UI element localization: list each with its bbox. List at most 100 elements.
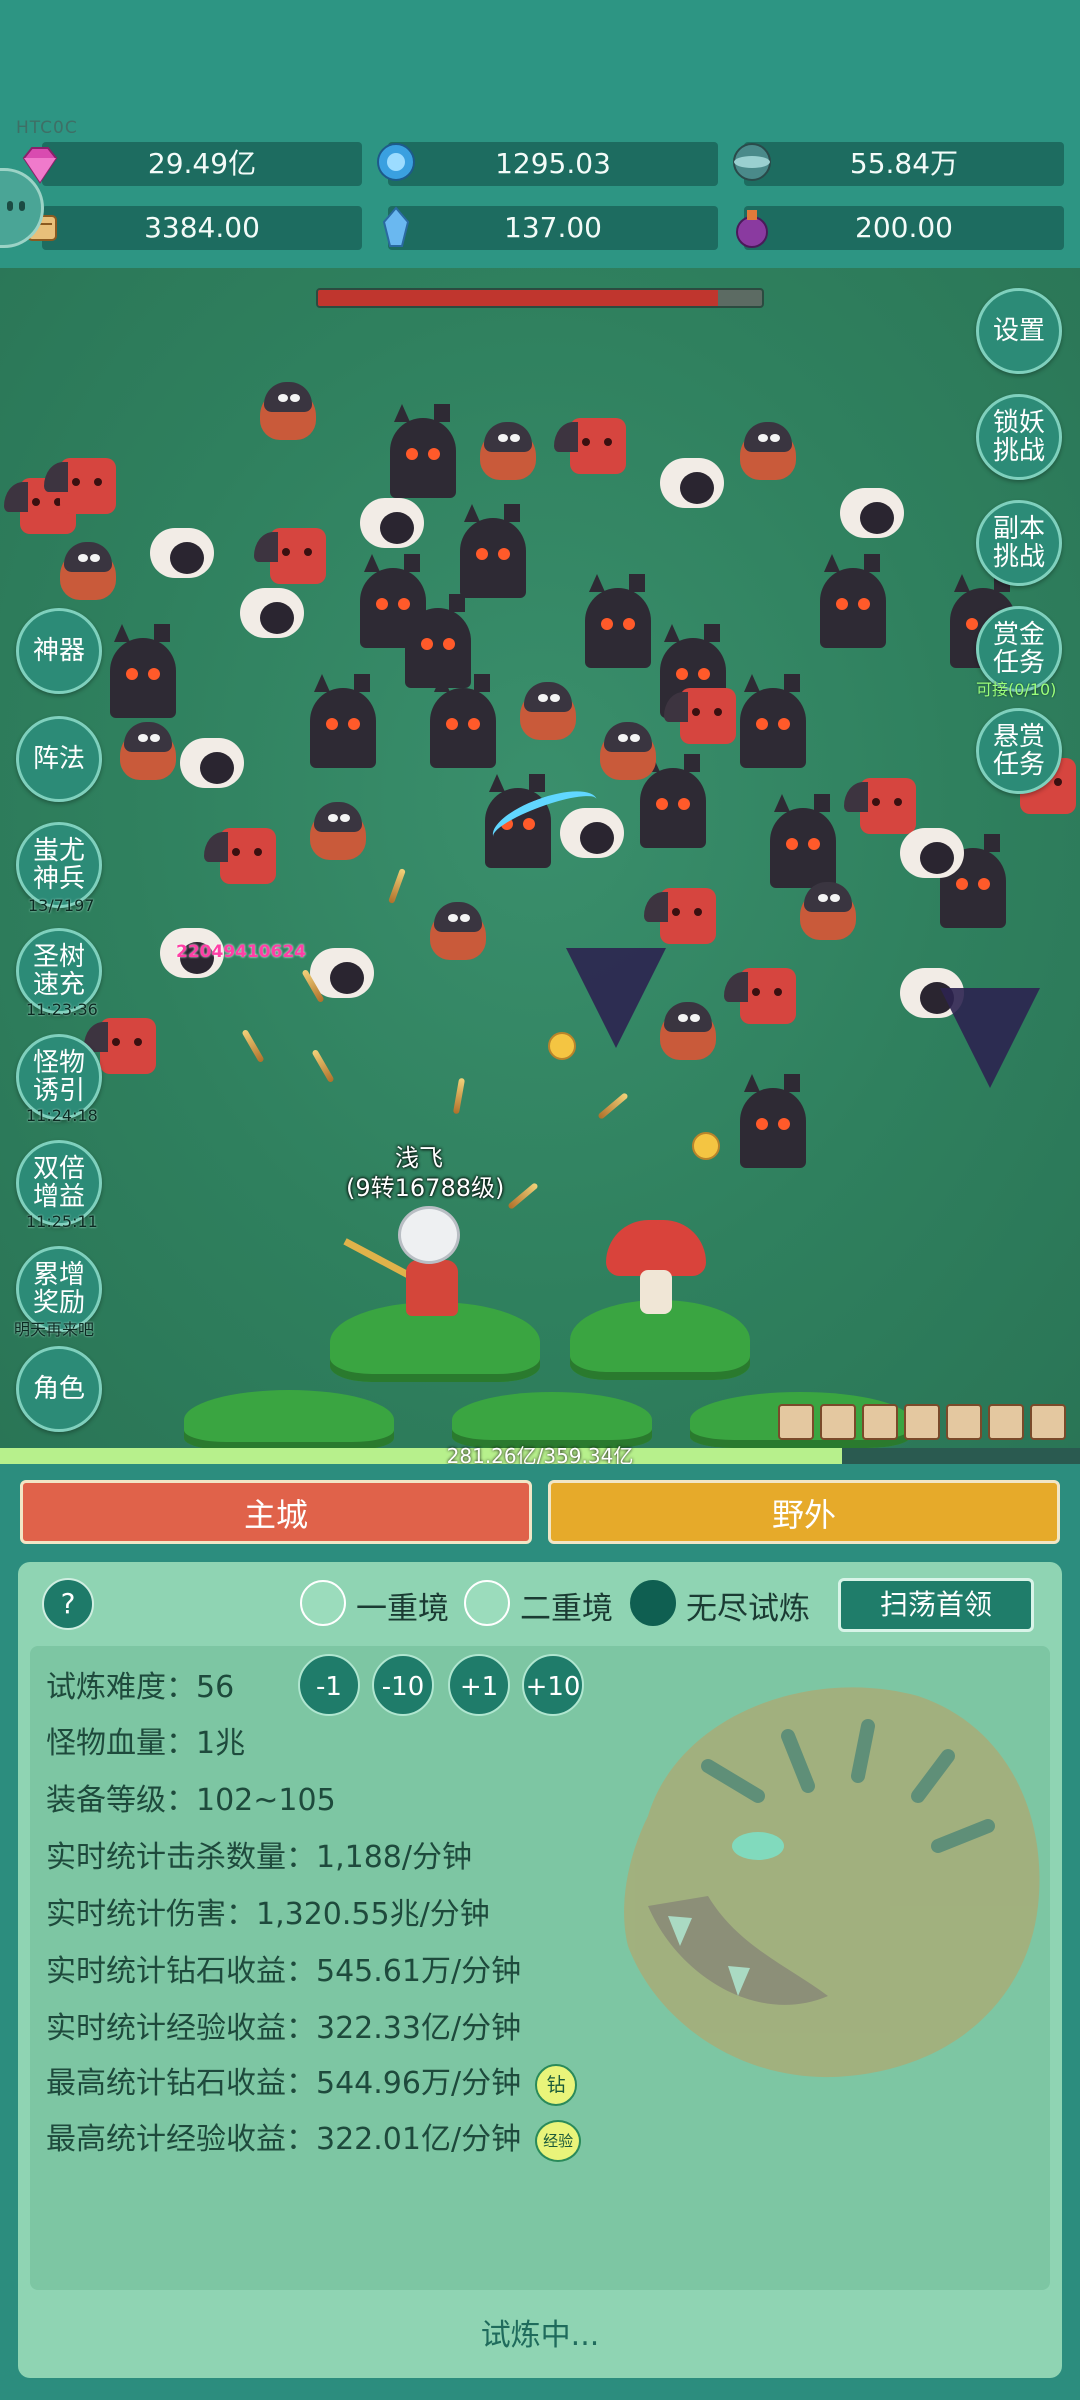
player-head (398, 1206, 460, 1264)
tab-wild[interactable]: 野外 (548, 1480, 1060, 1544)
sheep-monster (150, 528, 214, 578)
sweep-boss-button[interactable]: 扫荡首领 (838, 1578, 1034, 1632)
blob-monster (740, 422, 796, 480)
red-box-monster (554, 418, 626, 474)
blob-monster (430, 902, 486, 960)
ghost-monster (310, 674, 376, 768)
tornado-effect (566, 948, 666, 1048)
flying-sword (241, 1028, 265, 1064)
diamond-counter: 29.49亿 (42, 142, 362, 186)
max-exp-stat: 最高统计经验收益：322.01亿/分钟 经验 (46, 2114, 582, 2162)
ghost-monster (740, 674, 806, 768)
red-box-monster (724, 968, 796, 1024)
red-box-monster (664, 688, 736, 744)
settings-button[interactable]: 设置 (976, 288, 1062, 374)
red-box-monster (254, 528, 326, 584)
blue-crystal-counter: 1295.03 (388, 142, 718, 186)
character-button[interactable]: 角色 (16, 1346, 102, 1432)
diamond-value: 29.49亿 (147, 147, 257, 180)
tab-main-city[interactable]: 主城 (20, 1480, 532, 1544)
player-character (343, 1206, 490, 1326)
help-button[interactable]: ? (42, 1578, 94, 1630)
sheep-monster (360, 498, 424, 548)
blob-monster (480, 422, 536, 480)
difficulty-plus-1-button[interactable]: +1 (448, 1654, 510, 1716)
buff-icon[interactable] (988, 1404, 1024, 1440)
flying-sword (597, 1092, 629, 1120)
artifact-button[interactable]: 神器 (16, 608, 102, 694)
flying-sword (507, 1182, 539, 1210)
sheep-monster (660, 458, 724, 508)
red-box-monster (844, 778, 916, 834)
demon-lock-challenge-button[interactable]: 锁妖挑战 (976, 394, 1062, 480)
trial-difficulty-value: 56 (196, 1670, 235, 1705)
mode-radio-endless-trial[interactable] (630, 1580, 676, 1626)
ghost-monster (390, 404, 456, 498)
orb-counter: 55.84万 (744, 142, 1064, 186)
dungeon-challenge-button[interactable]: 副本挑战 (976, 500, 1062, 586)
buff-icon[interactable] (862, 1404, 898, 1440)
buff-icon[interactable] (820, 1404, 856, 1440)
ghost-monster (740, 1074, 806, 1168)
buff-icon[interactable] (904, 1404, 940, 1440)
red-box-monster (644, 888, 716, 944)
formation-button[interactable]: 阵法 (16, 716, 102, 802)
damage-number: 22049410624 (176, 942, 307, 962)
ghost-monster (110, 624, 176, 718)
buff-icon[interactable] (946, 1404, 982, 1440)
realtime-diamond-stat: 实时统计钻石收益：545.61万/分钟 (46, 1954, 522, 1989)
buff-icon[interactable] (1030, 1404, 1066, 1440)
wanted-task-button[interactable]: 悬赏任务 (976, 708, 1062, 794)
sheep-monster (240, 588, 304, 638)
max-diamond-stat-text: 最高统计钻石收益：544.96万/分钟 (46, 2066, 522, 2101)
red-box-monster (84, 1018, 156, 1074)
realtime-exp-stat: 实时统计经验收益：322.33亿/分钟 (46, 2011, 522, 2046)
realtime-damage-stat: 实时统计伤害：1,320.55兆/分钟 (46, 1897, 490, 1932)
ghost-monster (585, 574, 651, 668)
orb-value: 55.84万 (849, 147, 959, 180)
chiyou-weapon-count: 13/7197 (28, 896, 95, 915)
difficulty-plus-10-button[interactable]: +10 (522, 1654, 584, 1716)
buff-icon-strip (778, 1404, 1066, 1440)
equipment-level-stat: 装备等级：102~105 (46, 1783, 336, 1818)
difficulty-minus-1-button[interactable]: -1 (298, 1654, 360, 1716)
mode-label-level-2[interactable]: 二重境 (520, 1583, 613, 1628)
coin-drop (548, 1032, 576, 1060)
blob-monster (660, 1002, 716, 1060)
trial-difficulty-row: 试炼难度：56 (46, 1662, 234, 1706)
blob-monster (310, 802, 366, 860)
difficulty-minus-10-button[interactable]: -10 (372, 1654, 434, 1716)
blob-monster (520, 682, 576, 740)
mode-radio-level-1[interactable] (300, 1580, 346, 1626)
mode-radio-level-2[interactable] (464, 1580, 510, 1626)
holy-tree-timer: 11:23:36 (26, 1000, 98, 1019)
cumulative-reward-status: 明天再来吧 (14, 1320, 95, 1339)
mode-label-level-1[interactable]: 一重境 (356, 1583, 449, 1628)
scroll-counter: 3384.00 (42, 206, 362, 250)
ice-crystal-icon (382, 206, 410, 247)
blob-monster (120, 722, 176, 780)
scroll-value: 3384.00 (144, 211, 260, 244)
ghost-monster (460, 504, 526, 598)
flying-sword (388, 868, 406, 904)
flying-sword (452, 1077, 466, 1115)
buff-icon[interactable] (778, 1404, 814, 1440)
blob-monster (60, 542, 116, 600)
double-boost-timer: 11:25:11 (26, 1212, 98, 1231)
blue-crystal-value: 1295.03 (495, 147, 611, 180)
trial-difficulty-label: 试炼难度： (46, 1670, 196, 1705)
mushroom-cap (606, 1220, 706, 1276)
trial-status-text: 试炼中... (480, 2318, 600, 2353)
flying-sword (311, 1048, 335, 1084)
potion-icon (736, 210, 768, 248)
potion-counter: 200.00 (744, 206, 1064, 250)
ice-crystal-value: 137.00 (504, 211, 602, 244)
blob-monster (800, 882, 856, 940)
tiger-icon (624, 1687, 1040, 2078)
ghost-monster (770, 794, 836, 888)
blob-monster (600, 722, 656, 780)
tornado-effect (940, 988, 1040, 1088)
mode-label-endless-trial[interactable]: 无尽试炼 (686, 1583, 810, 1628)
red-box-monster (44, 458, 116, 514)
sheep-monster (180, 738, 244, 788)
